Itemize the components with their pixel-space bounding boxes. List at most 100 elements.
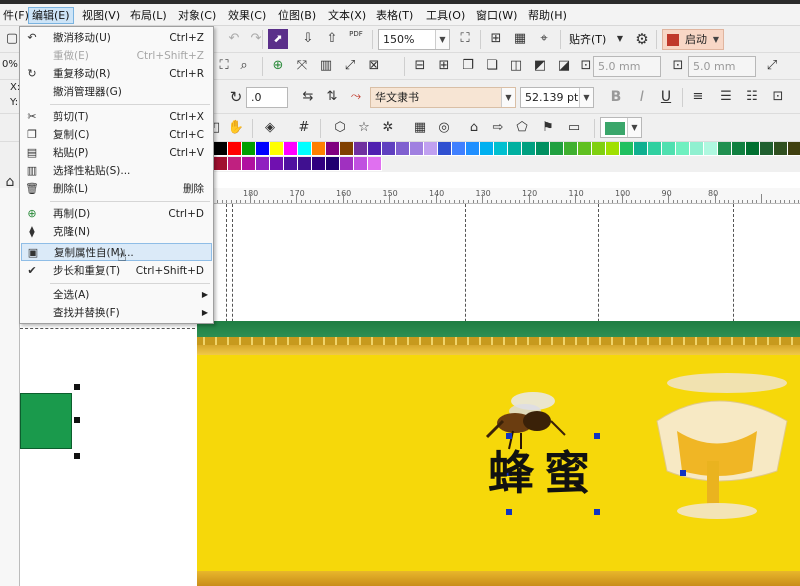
show-grid-icon[interactable]: ▦: [510, 29, 530, 49]
color-swatch[interactable]: [494, 142, 508, 156]
selection-handle[interactable]: [506, 509, 512, 515]
outline-width-input-1[interactable]: 5.0 mm: [593, 56, 661, 77]
selection-handle[interactable]: [74, 417, 80, 423]
menu-window[interactable]: 窗口(W): [473, 7, 520, 24]
color-swatch[interactable]: [228, 142, 242, 156]
menu-item-find-replace[interactable]: 查找并替换(F) ▶: [21, 304, 212, 322]
full-screen-icon[interactable]: ⛶: [455, 29, 475, 49]
color-swatch[interactable]: [354, 142, 368, 156]
color-swatch[interactable]: [662, 142, 676, 156]
color-swatch[interactable]: [550, 142, 564, 156]
color-swatch[interactable]: [326, 142, 340, 156]
color-swatch[interactable]: [298, 142, 312, 156]
color-swatch[interactable]: [284, 142, 298, 156]
selection-handle[interactable]: [74, 384, 80, 390]
text-frame-icon[interactable]: ⊡: [768, 87, 788, 107]
menu-item-paste[interactable]: ▤ 粘贴(P) Ctrl+V: [21, 144, 212, 162]
color-swatch[interactable]: [606, 142, 620, 156]
fill-bucket-icon[interactable]: ◈: [260, 118, 280, 138]
weld-icon[interactable]: ◫: [506, 56, 526, 76]
group-icon[interactable]: ⊟: [410, 56, 430, 76]
color-swatch[interactable]: [326, 157, 340, 171]
outline-width-icon-2[interactable]: ⊡: [668, 56, 688, 76]
menu-text[interactable]: 文本(X): [325, 7, 369, 24]
grid-snap-icon[interactable]: #: [294, 118, 314, 138]
color-swatch[interactable]: [718, 142, 732, 156]
color-swatch[interactable]: [620, 142, 634, 156]
italic-button[interactable]: I: [632, 87, 652, 107]
color-swatch[interactable]: [760, 142, 774, 156]
color-swatch[interactable]: [242, 157, 256, 171]
color-swatch[interactable]: [256, 157, 270, 171]
import-icon[interactable]: ⇩: [298, 29, 318, 49]
horizontal-guide[interactable]: [20, 328, 195, 329]
menu-item-undo-move[interactable]: ↶ 撤消移动(U) Ctrl+Z: [21, 29, 212, 47]
basic-shapes-icon[interactable]: ⌂: [464, 118, 484, 138]
menu-layout[interactable]: 布局(L): [127, 7, 170, 24]
selection-handle[interactable]: [680, 470, 686, 476]
color-swatch[interactable]: [466, 142, 480, 156]
graph-paper-icon[interactable]: ▦: [410, 118, 430, 138]
launch-button[interactable]: 启动 ▼: [662, 29, 724, 50]
menu-object[interactable]: 对象(C): [175, 7, 219, 24]
gear-icon[interactable]: ⚙: [632, 29, 652, 49]
color-swatch[interactable]: [564, 142, 578, 156]
color-swatch[interactable]: [284, 157, 298, 171]
callout-shapes-icon[interactable]: ▭: [564, 118, 584, 138]
flip-icon[interactable]: ⇅: [322, 87, 342, 107]
color-swatch[interactable]: [354, 157, 368, 171]
color-swatch[interactable]: [298, 157, 312, 171]
outline-width-input-2[interactable]: 5.0 mm: [688, 56, 756, 77]
fill-color-select[interactable]: ▼: [600, 117, 642, 138]
menu-edit[interactable]: 编辑(E): [28, 7, 74, 24]
menu-item-clone[interactable]: ⧫ 克隆(N): [21, 223, 212, 241]
align-left-icon[interactable]: ≡: [688, 87, 708, 107]
menu-table[interactable]: 表格(T): [373, 7, 416, 24]
chevron-down-icon[interactable]: ▼: [610, 29, 630, 49]
color-swatch[interactable]: [270, 142, 284, 156]
color-swatch[interactable]: [396, 142, 410, 156]
menu-item-delete[interactable]: 🗑 删除(L) 删除: [21, 180, 212, 198]
color-swatch[interactable]: [634, 142, 648, 156]
color-swatch[interactable]: [704, 142, 718, 156]
mirror-icon[interactable]: ⇆: [298, 87, 318, 107]
break-apart-icon[interactable]: ❏: [482, 56, 502, 76]
complex-star-icon[interactable]: ✲: [378, 118, 398, 138]
publish-pdf-icon[interactable]: PDF: [346, 29, 366, 49]
color-swatch[interactable]: [452, 142, 466, 156]
menu-item-duplicate[interactable]: ⊕ 再制(D) Ctrl+D: [21, 205, 212, 223]
font-size-select[interactable]: 52.139 pt ▼: [520, 87, 594, 108]
color-swatch[interactable]: [312, 142, 326, 156]
object-props-icon[interactable]: ⊠: [364, 56, 384, 76]
menu-item-redo[interactable]: 重做(E) Ctrl+Shift+Z: [21, 47, 212, 65]
show-rulers-icon[interactable]: ⊞: [486, 29, 506, 49]
color-swatch[interactable]: [242, 142, 256, 156]
text-path-icon[interactable]: ⤳: [346, 87, 366, 107]
color-swatch[interactable]: [522, 142, 536, 156]
menu-item-repeat-move[interactable]: ↻ 重复移动(R) Ctrl+R: [21, 65, 212, 83]
combine-icon[interactable]: ❐: [458, 56, 478, 76]
honey-title-text[interactable]: 蜂蜜: [488, 437, 600, 503]
font-family-select[interactable]: 华文隶书 ▼: [370, 87, 516, 108]
color-swatch[interactable]: [732, 142, 746, 156]
menu-effects[interactable]: 效果(C): [225, 7, 269, 24]
color-swatch[interactable]: [480, 142, 494, 156]
intersect-icon[interactable]: ◪: [554, 56, 574, 76]
color-swatch[interactable]: [578, 142, 592, 156]
pan-hand-icon[interactable]: ✋: [226, 118, 246, 138]
color-swatch[interactable]: [746, 142, 760, 156]
add-frame-icon[interactable]: ⊕: [268, 56, 288, 76]
menu-tools[interactable]: 工具(O): [423, 7, 468, 24]
menu-help[interactable]: 帮助(H): [525, 7, 570, 24]
redo-arrow-icon[interactable]: ↷: [246, 29, 266, 49]
ruler-scale-icon[interactable]: ▥: [316, 56, 336, 76]
trim-icon[interactable]: ◩: [530, 56, 550, 76]
color-swatch[interactable]: [438, 142, 452, 156]
numbered-list-icon[interactable]: ☷: [742, 87, 762, 107]
align-icon[interactable]: ⤢: [340, 56, 360, 76]
color-swatch[interactable]: [368, 142, 382, 156]
rotation-input[interactable]: .0: [246, 87, 288, 108]
menu-view[interactable]: 视图(V): [79, 7, 123, 24]
menu-item-paste-special[interactable]: ▥ 选择性粘贴(S)...: [21, 162, 212, 180]
color-swatch[interactable]: [340, 142, 354, 156]
